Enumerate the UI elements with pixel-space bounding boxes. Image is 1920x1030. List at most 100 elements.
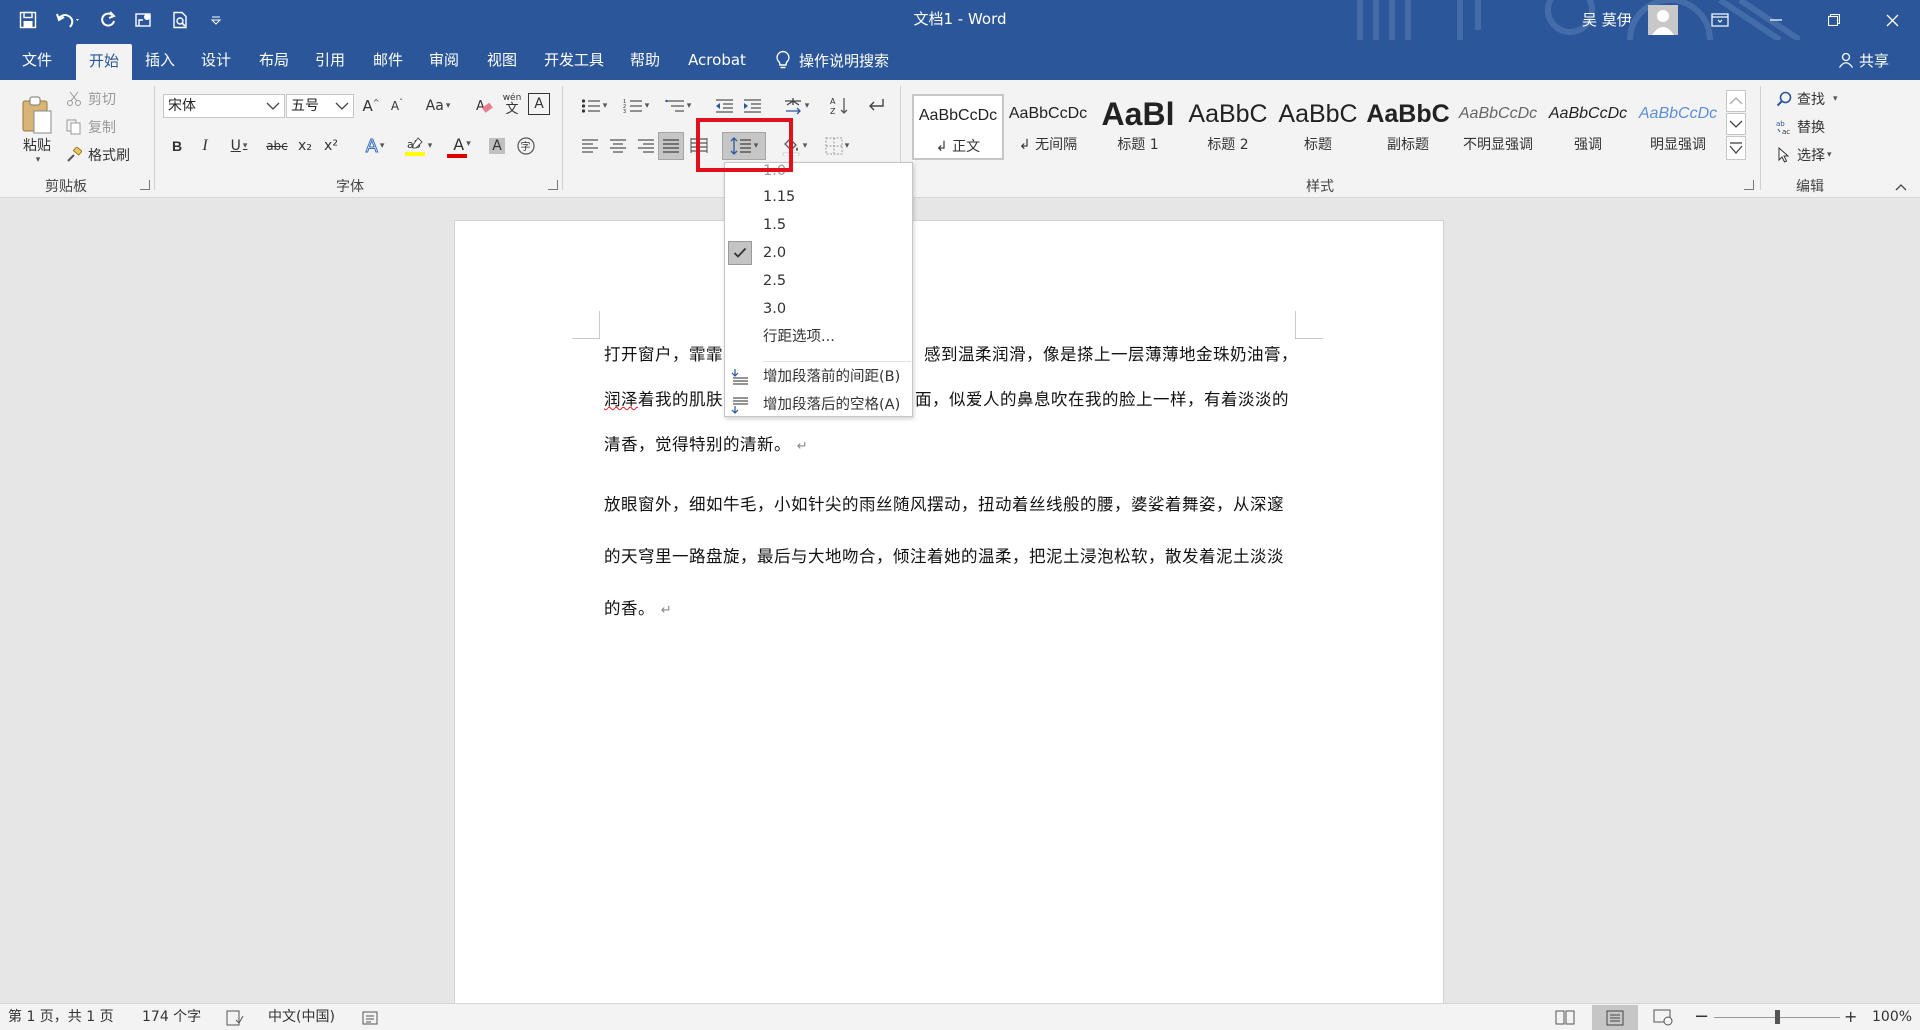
tab-mailings[interactable]: 邮件: [364, 40, 412, 80]
line-spacing-option[interactable]: 2.5: [725, 267, 912, 295]
minimize-icon[interactable]: [1752, 0, 1800, 40]
font-name-combo[interactable]: 宋体: [163, 94, 285, 118]
justify-button[interactable]: [658, 132, 684, 160]
save-icon[interactable]: [12, 4, 44, 36]
style-intense-emphasis[interactable]: AaBbCcDc 明显强调: [1634, 94, 1722, 160]
find-button[interactable]: 查找 ▾: [1776, 88, 1838, 110]
style-normal[interactable]: AaBbCcDc ↲ 正文: [912, 94, 1004, 160]
close-icon[interactable]: [1868, 0, 1916, 40]
sort-button[interactable]: AZ: [828, 94, 852, 118]
read-mode-icon[interactable]: [1554, 1008, 1582, 1028]
tab-acrobat[interactable]: Acrobat: [682, 40, 752, 80]
user-name[interactable]: 吴 莫伊: [1582, 9, 1632, 30]
select-button[interactable]: 选择 ▾: [1776, 144, 1832, 166]
styles-launcher-icon[interactable]: [1744, 180, 1754, 190]
superscript-button[interactable]: x²: [320, 134, 342, 158]
borders-button[interactable]: ▾: [818, 134, 856, 158]
restore-icon[interactable]: [1810, 0, 1858, 40]
print-layout-icon[interactable]: [1592, 1005, 1638, 1030]
word-count[interactable]: 174 个字: [142, 1004, 201, 1030]
add-space-after-item[interactable]: 增加段落后的空格(A): [725, 391, 912, 419]
touch-mode-icon[interactable]: [128, 4, 160, 36]
undo-icon[interactable]: [48, 4, 88, 36]
shading-button[interactable]: ▾: [776, 134, 812, 158]
character-border-button[interactable]: A: [528, 93, 550, 115]
underline-button[interactable]: U ▾: [222, 134, 256, 158]
distributed-button[interactable]: [688, 134, 710, 158]
style-subtle-emphasis[interactable]: AaBbCcDc 不明显强调: [1454, 94, 1542, 160]
show-formatting-marks-button[interactable]: [864, 94, 888, 118]
replace-button[interactable]: ab ac 替换: [1776, 116, 1825, 138]
style-heading-2[interactable]: AaBbC 标题 2: [1184, 94, 1272, 160]
tab-file[interactable]: 文件: [10, 40, 64, 80]
proofing-icon[interactable]: [226, 1010, 244, 1026]
macro-recording-icon[interactable]: [362, 1010, 380, 1026]
tab-view[interactable]: 视图: [478, 40, 526, 80]
grow-font-button[interactable]: A ^: [360, 94, 382, 118]
bullets-button[interactable]: ▾: [576, 94, 612, 118]
change-case-button[interactable]: Aa ▾: [420, 94, 456, 118]
shrink-font-button[interactable]: Aˇ: [386, 94, 408, 118]
cut-button[interactable]: 剪切: [66, 88, 116, 110]
line-spacing-option-selected[interactable]: 2.0: [725, 239, 912, 267]
tab-home[interactable]: 开始: [76, 44, 132, 80]
share-button[interactable]: 共享: [1838, 40, 1889, 80]
customize-qat-icon[interactable]: [200, 4, 232, 36]
highlight-color-button[interactable]: ab ▾: [398, 134, 438, 158]
print-preview-icon[interactable]: [164, 4, 196, 36]
styles-more-button[interactable]: [1726, 136, 1746, 160]
zoom-level[interactable]: 100%: [1872, 1004, 1912, 1030]
web-layout-icon[interactable]: [1652, 1008, 1680, 1028]
character-shading-button[interactable]: A: [486, 134, 508, 158]
align-right-button[interactable]: [634, 134, 658, 158]
zoom-slider-thumb[interactable]: [1775, 1010, 1780, 1024]
align-left-button[interactable]: [578, 134, 602, 158]
redo-icon[interactable]: [92, 4, 124, 36]
tab-developer[interactable]: 开发工具: [538, 40, 610, 80]
strikethrough-button[interactable]: abc: [264, 134, 290, 158]
tab-design[interactable]: 设计: [192, 40, 240, 80]
tab-insert[interactable]: 插入: [136, 40, 184, 80]
numbering-button[interactable]: 1 2 3 ▾: [618, 94, 654, 118]
styles-scroll-down-button[interactable]: [1726, 113, 1746, 135]
zoom-in-button[interactable]: +: [1844, 1004, 1857, 1030]
tab-layout[interactable]: 布局: [250, 40, 298, 80]
line-spacing-option[interactable]: 1.0: [725, 157, 912, 185]
tab-help[interactable]: 帮助: [620, 40, 670, 80]
styles-scroll-up-button[interactable]: [1726, 90, 1746, 112]
clear-formatting-button[interactable]: A: [472, 94, 496, 118]
multilevel-list-button[interactable]: ▾: [660, 94, 696, 118]
chinese-layout-button[interactable]: ▾: [778, 94, 814, 118]
style-no-spacing[interactable]: AaBbCcDc ↲ 无间隔: [1004, 94, 1092, 160]
zoom-out-button[interactable]: −: [1694, 1004, 1709, 1030]
style-title[interactable]: AaBbC 标题: [1274, 94, 1362, 160]
increase-indent-button[interactable]: [740, 94, 764, 118]
document-page[interactable]: 打开窗户，霏霏 感到温柔润滑，像是搽上一层薄薄地金珠奶油膏， 润泽着我的肌肤 面…: [454, 220, 1444, 1012]
page-count[interactable]: 第 1 页，共 1 页: [8, 1004, 114, 1030]
line-spacing-option[interactable]: 1.5: [725, 211, 912, 239]
tab-references[interactable]: 引用: [306, 40, 354, 80]
line-spacing-option[interactable]: 1.15: [725, 183, 912, 211]
clipboard-launcher-icon[interactable]: [140, 180, 150, 190]
collapse-ribbon-button[interactable]: [1892, 180, 1910, 194]
user-avatar[interactable]: [1648, 5, 1678, 35]
tab-review[interactable]: 审阅: [420, 40, 468, 80]
format-painter-button[interactable]: 格式刷: [66, 144, 130, 166]
bold-button[interactable]: B: [166, 134, 188, 158]
font-launcher-icon[interactable]: [548, 180, 558, 190]
line-spacing-button[interactable]: ▾: [722, 132, 766, 160]
decrease-indent-button[interactable]: [712, 94, 736, 118]
ribbon-display-options-icon[interactable]: [1696, 0, 1744, 40]
copy-button[interactable]: 复制: [66, 116, 116, 138]
line-spacing-options-item[interactable]: 行距选项...: [725, 323, 912, 351]
style-subtitle[interactable]: AaBbC 副标题: [1364, 94, 1452, 160]
language-indicator[interactable]: 中文(中国): [268, 1004, 335, 1030]
enclose-characters-button[interactable]: 字: [514, 134, 538, 158]
style-emphasis[interactable]: AaBbCcDc 强调: [1544, 94, 1632, 160]
paste-button[interactable]: 粘贴 ▾: [12, 88, 62, 172]
subscript-button[interactable]: x₂: [294, 134, 316, 158]
font-size-combo[interactable]: 五号: [286, 94, 354, 118]
phonetic-guide-button[interactable]: wén 文: [500, 92, 524, 118]
italic-button[interactable]: I: [194, 134, 216, 158]
tell-me-search[interactable]: 操作说明搜索: [775, 40, 889, 80]
